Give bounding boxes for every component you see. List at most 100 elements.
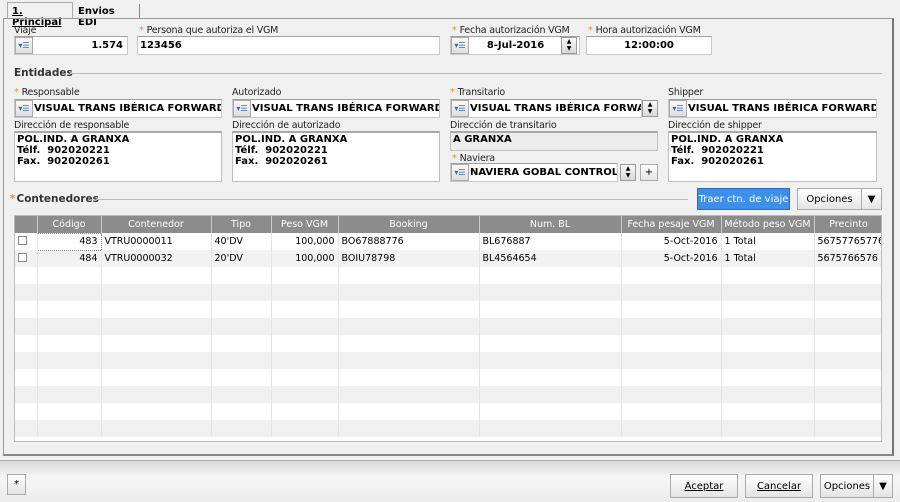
empty-cell: [211, 335, 272, 352]
lookup-icon[interactable]: ▾☰: [15, 100, 33, 117]
persona-input[interactable]: 123456: [137, 36, 440, 55]
dir-transitario-textarea[interactable]: A GRANXA: [450, 131, 658, 151]
responsable-field[interactable]: ▾☰VISUAL TRANS IBÉRICA FORWARDING: [14, 99, 222, 118]
empty-cell: [479, 369, 622, 386]
tab-envios-edi[interactable]: Envios EDI: [74, 4, 140, 28]
empty-cell: [621, 301, 722, 318]
col-metodo-peso[interactable]: Método peso VGM: [721, 216, 815, 233]
empty-row: [15, 403, 881, 420]
col-fecha-pesaje[interactable]: Fecha pesaje VGM: [621, 216, 722, 233]
lookup-icon[interactable]: ▾☰: [451, 164, 469, 181]
autorizado-field[interactable]: ▾☰VISUAL TRANS IBÉRICA FORWARDING: [232, 99, 440, 118]
transitario-spinner[interactable]: ▲ ▼: [642, 100, 658, 117]
opciones-dropdown-icon[interactable]: ▼: [861, 188, 882, 210]
empty-cell: [338, 352, 480, 369]
empty-cell: [721, 335, 815, 352]
col-num-bl[interactable]: Num. BL: [479, 216, 622, 233]
empty-cell: [621, 318, 722, 335]
naviera-spinner[interactable]: ▲ ▼: [620, 164, 636, 181]
cell: BO67888776: [338, 233, 480, 250]
empty-cell: [37, 369, 102, 386]
lookup-icon[interactable]: ▾☰: [669, 100, 687, 117]
col-select: [15, 216, 38, 233]
empty-cell: [721, 420, 815, 437]
empty-cell: [721, 369, 815, 386]
col-booking[interactable]: Booking: [338, 216, 480, 233]
empty-cell: [15, 386, 38, 403]
empty-row: [15, 267, 881, 284]
cancelar-button[interactable]: Cancelar: [745, 474, 813, 498]
dir-autorizado-textarea[interactable]: POL.IND. A GRANXA Télf. 902020221 Fax. 9…: [232, 131, 440, 182]
empty-cell: [37, 352, 102, 369]
divider: [70, 73, 882, 74]
empty-cell: [101, 318, 212, 335]
col-codigo[interactable]: Código: [37, 216, 102, 233]
hora-input[interactable]: 12:00:00: [586, 36, 712, 55]
empty-cell: [814, 335, 881, 352]
dir-transitario-label: Dirección de transitario: [450, 120, 557, 131]
empty-cell: [15, 403, 38, 420]
col-precinto[interactable]: Precinto: [814, 216, 881, 233]
lookup-icon[interactable]: ▾☰: [15, 37, 33, 54]
empty-cell: [37, 318, 102, 335]
star-button[interactable]: *: [7, 474, 26, 495]
aceptar-button[interactable]: Aceptar: [670, 474, 738, 498]
empty-cell: [338, 301, 480, 318]
empty-cell: [621, 352, 722, 369]
empty-cell: [15, 301, 38, 318]
persona-label: * Persona que autoriza el VGM: [139, 25, 279, 36]
empty-cell: [621, 284, 722, 301]
empty-cell: [211, 284, 272, 301]
cell: 20'DV: [211, 250, 272, 267]
empty-cell: [814, 369, 881, 386]
empty-row: [15, 369, 881, 386]
grid-header: Código Contenedor Tipo Peso VGM Booking …: [15, 216, 881, 233]
empty-cell: [101, 420, 212, 437]
contenedores-heading: *Contenedores: [10, 193, 99, 205]
empty-cell: [479, 352, 622, 369]
empty-cell: [271, 352, 339, 369]
empty-cell: [338, 335, 480, 352]
empty-cell: [271, 369, 339, 386]
fecha-spinner[interactable]: ▲ ▼: [561, 37, 577, 54]
footer-opciones-button[interactable]: Opciones: [820, 474, 874, 498]
empty-cell: [721, 284, 815, 301]
col-contenedor[interactable]: Contenedor: [101, 216, 212, 233]
dir-shipper-textarea[interactable]: POL.IND. A GRANXA Télf. 902020221 Fax. 9…: [668, 131, 877, 182]
col-tipo[interactable]: Tipo: [211, 216, 272, 233]
lookup-icon[interactable]: ▾☰: [233, 100, 251, 117]
traer-ctn-viaje-button[interactable]: Traer ctn. de viaje: [697, 188, 790, 210]
naviera-field[interactable]: ▾☰ NAVIERA GOBAL CONTROL: [450, 163, 618, 182]
lookup-icon[interactable]: ▾☰: [451, 37, 469, 54]
footer-opciones-dropdown-icon[interactable]: ▼: [873, 474, 893, 498]
empty-row: [15, 386, 881, 403]
empty-cell: [37, 335, 102, 352]
empty-cell: [211, 352, 272, 369]
transitario-field[interactable]: ▾☰VISUAL TRANS IBÉRICA FORWARDI: [450, 99, 642, 118]
empty-cell: [479, 301, 622, 318]
col-peso-vgm[interactable]: Peso VGM: [271, 216, 339, 233]
row-checkbox[interactable]: [15, 233, 38, 250]
cell: BL676887: [479, 233, 622, 250]
table-row[interactable]: 484 VTRU0000032 20'DV 100,000 BOIU78798 …: [15, 250, 881, 267]
lookup-icon[interactable]: ▾☰: [451, 100, 469, 117]
opciones-button[interactable]: Opciones: [797, 188, 862, 210]
row-checkbox[interactable]: [15, 250, 38, 267]
empty-cell: [621, 369, 722, 386]
empty-cell: [721, 352, 815, 369]
empty-row: [15, 301, 881, 318]
viaje-field[interactable]: ▾☰ 1.574: [14, 36, 128, 55]
empty-cell: [479, 318, 622, 335]
empty-cell: [15, 318, 38, 335]
table-row[interactable]: 483 VTRU0000011 40'DV 100,000 BO67888776…: [15, 232, 881, 251]
empty-cell: [15, 267, 38, 284]
empty-cell: [621, 403, 722, 420]
add-naviera-button[interactable]: +: [640, 164, 658, 181]
empty-cell: [37, 420, 102, 437]
empty-cell: [271, 386, 339, 403]
viaje-label: Viaje: [14, 25, 37, 36]
empty-cell: [479, 420, 622, 437]
tab-principal[interactable]: 1. Principal: [7, 2, 73, 28]
shipper-field[interactable]: ▾☰VISUAL TRANS IBÉRICA FORWARDING: [668, 99, 877, 118]
dir-responsable-textarea[interactable]: POL.IND. A GRANXA Télf. 902020221 Fax. 9…: [14, 131, 222, 182]
